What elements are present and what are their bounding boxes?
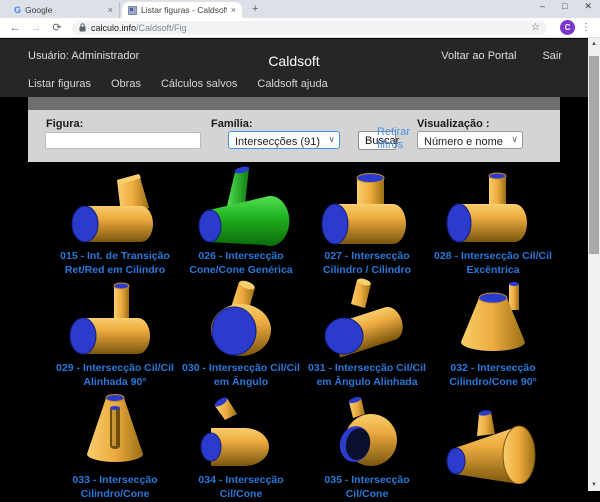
figure-3d-thumbnail[interactable] [433,166,553,246]
figure-tile[interactable]: 027 - Intersecção Cilindro / Cilindro [304,166,430,278]
figure-3d-thumbnail[interactable] [433,404,553,484]
figure-caption[interactable]: 030 - Intersecção Cil/Cil em Ângulo [178,362,304,389]
reload-icon[interactable]: ⟳ [51,21,63,34]
figura-input[interactable] [45,132,201,149]
figure-3d-thumbnail[interactable] [433,278,553,358]
url-text: calculo.info/Caldsoft/Fig [91,23,187,33]
visualizacao-select-wrap: Número e nome ∨ [417,131,523,149]
url-host: calculo.info [91,23,136,33]
lock-icon [79,23,86,32]
maximize-button[interactable]: □ [562,1,567,12]
figure-tile[interactable]: 034 - Intersecção Cil/Cone [178,390,304,502]
portal-link[interactable]: Voltar ao Portal [441,50,516,62]
figure-grid: 015 - Int. de Transição Ret/Red em Cilin… [52,166,556,502]
figure-tile[interactable]: 028 - Intersecção Cil/Cil Excêntrica [430,166,556,278]
figure-3d-thumbnail[interactable] [307,278,427,358]
back-icon[interactable]: ← [9,22,21,34]
divider-bar [28,97,560,110]
window-controls: – □ ✕ [540,1,592,12]
browser-toolbar: ← → ⟳ calculo.info/Caldsoft/Fig ☆ C ⋮ [0,18,600,38]
visualizacao-label: Visualização : [417,118,490,130]
scroll-up-icon[interactable]: ▲ [588,41,600,47]
address-bar[interactable]: calculo.info/Caldsoft/Fig ☆ [72,21,547,35]
figure-tile[interactable]: 035 - Intersecção Cil/Cone [304,390,430,502]
logout-link[interactable]: Sair [542,50,562,62]
figure-3d-thumbnail[interactable] [55,390,175,470]
figure-3d-thumbnail[interactable] [55,278,175,358]
page-content: Caldsoft Usuário: Administrador Voltar a… [0,38,588,491]
figure-caption[interactable]: 032 - Intersecção Cilindro/Cone 90° [430,362,556,389]
figure-tile[interactable]: 032 - Intersecção Cilindro/Cone 90° [430,278,556,390]
scrollbar-thumb[interactable] [589,56,599,254]
tab-close-icon[interactable]: × [108,5,113,15]
browser-menu-icon[interactable]: ⋮ [581,22,591,33]
figure-3d-thumbnail[interactable] [181,390,301,470]
figure-tile[interactable]: 015 - Int. de Transição Ret/Red em Cilin… [52,166,178,278]
visualizacao-select[interactable]: Número e nome [418,134,522,150]
main-nav: Listar figuras Obras Cálculos salvos Cal… [28,78,328,90]
figure-3d-thumbnail[interactable] [307,166,427,246]
figure-3d-thumbnail[interactable] [55,166,175,246]
familia-select-wrap: Intersecções (91) ∨ [228,131,340,149]
close-button[interactable]: ✕ [584,1,592,12]
tab-caldsoft[interactable]: Listar figuras - Caldsoft × [122,2,242,18]
figure-caption[interactable]: 034 - Intersecção Cil/Cone [178,474,304,501]
figure-caption[interactable]: 031 - Intersecção Cil/Cil em Ângulo Alin… [304,362,430,389]
figure-caption[interactable]: 028 - Intersecção Cil/Cil Excêntrica [430,250,556,277]
figura-label: Figura: [46,118,83,130]
figure-tile[interactable]: 030 - Intersecção Cil/Cil em Ângulo [178,278,304,390]
figure-tile[interactable]: 031 - Intersecção Cil/Cil em Ângulo Alin… [304,278,430,390]
nav-listar-figuras[interactable]: Listar figuras [28,78,91,90]
header-top-row: Usuário: Administrador Voltar ao Portal … [28,50,562,62]
browser-tab-strip: G Google × Listar figuras - Caldsoft × +… [0,0,600,18]
tab-close-icon[interactable]: × [231,5,236,15]
minimize-button[interactable]: – [540,1,545,12]
header-links: Voltar ao Portal Sair [441,50,562,62]
figure-tile[interactable] [430,390,556,502]
figure-tile[interactable]: 033 - Intersecção Cilindro/Cone [52,390,178,502]
familia-select[interactable]: Intersecções (91) [229,134,339,150]
bookmark-star-icon[interactable]: ☆ [531,22,540,33]
tab-title: Google [25,5,104,15]
filter-panel: Figura: Família: Intersecções (91) ∨ Bus… [28,110,560,162]
new-tab-button[interactable]: + [252,3,258,15]
scroll-down-icon[interactable]: ▼ [588,482,600,488]
google-favicon-icon: G [14,5,21,15]
familia-label: Família: [211,118,253,130]
figure-caption[interactable]: 033 - Intersecção Cilindro/Cone [52,474,178,501]
figure-tile[interactable]: 029 - Intersecção Cil/Cil Alinhada 90° [52,278,178,390]
figure-3d-thumbnail[interactable] [181,278,301,358]
figure-3d-thumbnail[interactable] [181,166,301,246]
figure-caption[interactable]: 015 - Int. de Transição Ret/Red em Cilin… [52,250,178,277]
figure-3d-thumbnail[interactable] [307,390,427,470]
site-header: Caldsoft Usuário: Administrador Voltar a… [0,39,588,97]
page-scrollbar[interactable]: ▲ ▼ [588,38,600,491]
nav-caldsoft-ajuda[interactable]: Caldsoft ajuda [257,78,327,90]
forward-icon[interactable]: → [30,22,42,34]
url-path: /Caldsoft/Fig [136,23,187,33]
nav-obras[interactable]: Obras [111,78,141,90]
tab-google[interactable]: G Google × [8,2,120,18]
profile-avatar[interactable]: C [560,20,575,35]
figure-tile[interactable]: 026 - Intersecção Cone/Cone Genérica [178,166,304,278]
figure-caption[interactable]: 035 - Intersecção Cil/Cone [304,474,430,501]
figure-caption[interactable]: 027 - Intersecção Cilindro / Cilindro [304,250,430,277]
tab-title: Listar figuras - Caldsoft [141,5,227,15]
logged-user-label: Usuário: Administrador [28,50,139,62]
figure-caption[interactable]: 029 - Intersecção Cil/Cil Alinhada 90° [52,362,178,389]
nav-calculos-salvos[interactable]: Cálculos salvos [161,78,237,90]
caldsoft-favicon-icon [128,6,137,15]
figure-caption[interactable]: 026 - Intersecção Cone/Cone Genérica [178,250,304,277]
